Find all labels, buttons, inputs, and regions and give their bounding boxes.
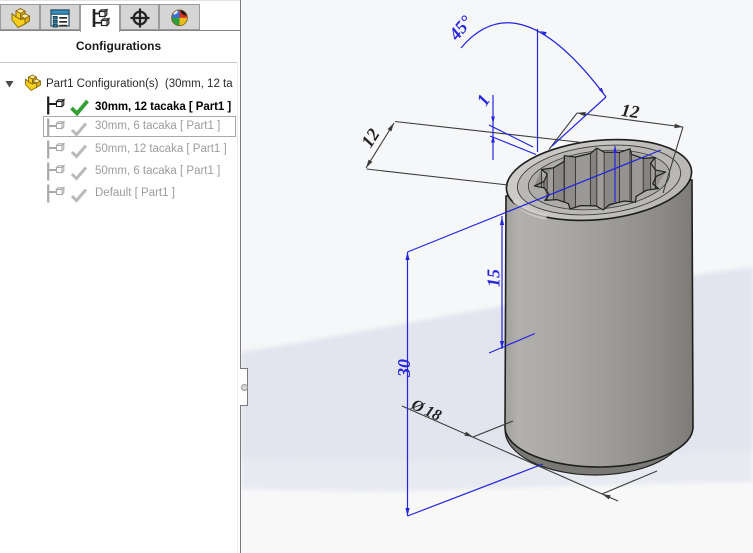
svg-text:30: 30 bbox=[394, 359, 414, 378]
svg-text:12: 12 bbox=[620, 100, 641, 122]
svg-text:15: 15 bbox=[484, 269, 504, 287]
